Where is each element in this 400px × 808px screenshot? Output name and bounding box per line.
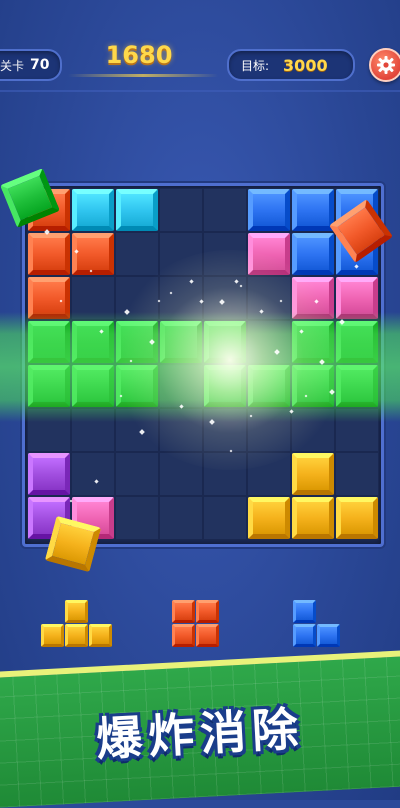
- explosion-glow: [110, 250, 350, 470]
- board-cell[interactable]: [335, 452, 379, 496]
- tray-block: [317, 624, 340, 647]
- level-value: 70: [30, 57, 50, 73]
- gear-icon: [377, 56, 395, 74]
- block-cyan: [72, 189, 114, 231]
- tray-block: [196, 600, 219, 623]
- block-blue: [248, 189, 290, 231]
- tray-block: [293, 624, 316, 647]
- board-cell[interactable]: [115, 452, 159, 496]
- target-value: 3000: [283, 55, 328, 75]
- block-yellow: [292, 497, 334, 539]
- board-cell[interactable]: [115, 496, 159, 540]
- tray-block: [89, 624, 112, 647]
- block-blue: [292, 189, 334, 231]
- board-cell[interactable]: [203, 496, 247, 540]
- block-purple: [28, 453, 70, 495]
- score-display: 1680: [105, 41, 173, 69]
- target-indicator: 目标: 3000: [227, 49, 355, 81]
- block-yellow: [336, 497, 378, 539]
- score-underline: [68, 74, 218, 77]
- board-cell[interactable]: [159, 496, 203, 540]
- board-cell[interactable]: [159, 188, 203, 232]
- board-cell[interactable]: [71, 452, 115, 496]
- block-red: [28, 233, 70, 275]
- level-label: 关卡: [0, 58, 25, 73]
- block-red: [72, 233, 114, 275]
- level-indicator: 关卡 70: [0, 49, 62, 81]
- header-divider: [0, 90, 400, 92]
- block-yellow: [248, 497, 290, 539]
- tray-block: [293, 600, 316, 623]
- tray-block: [196, 624, 219, 647]
- tray-block: [172, 624, 195, 647]
- target-label: 目标:: [241, 58, 270, 73]
- board-cell[interactable]: [203, 188, 247, 232]
- block-yellow: [292, 453, 334, 495]
- board-cell[interactable]: [115, 232, 159, 276]
- settings-button[interactable]: [369, 48, 400, 82]
- tray-block: [65, 600, 88, 623]
- tray-block: [65, 624, 88, 647]
- block-cyan: [116, 189, 158, 231]
- tray-block: [172, 600, 195, 623]
- tray-block: [41, 624, 64, 647]
